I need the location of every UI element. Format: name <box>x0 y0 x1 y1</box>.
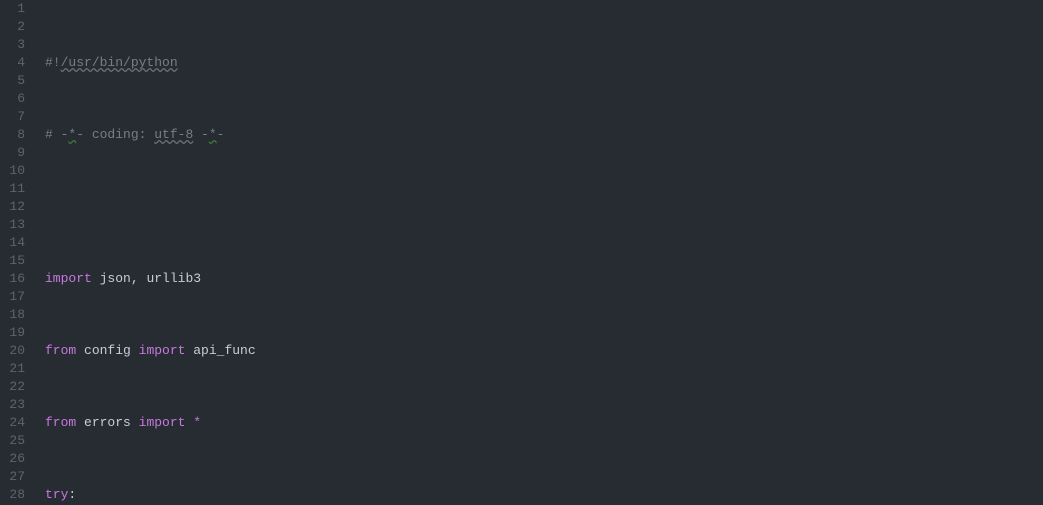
line-number: 1 <box>6 0 25 18</box>
line-number: 13 <box>6 216 25 234</box>
line-number: 4 <box>6 54 25 72</box>
line-number: 17 <box>6 288 25 306</box>
line-number: 14 <box>6 234 25 252</box>
code-line: from config import api_func <box>45 342 1043 360</box>
line-number: 25 <box>6 432 25 450</box>
line-number: 24 <box>6 414 25 432</box>
line-number: 21 <box>6 360 25 378</box>
line-number: 20 <box>6 342 25 360</box>
line-number: 28 <box>6 486 25 504</box>
line-number: 27 <box>6 468 25 486</box>
line-number: 9 <box>6 144 25 162</box>
code-editor[interactable]: 1234567891011121314151617181920212223242… <box>0 0 1043 505</box>
shebang-token: #! <box>45 55 61 70</box>
line-number: 5 <box>6 72 25 90</box>
line-number: 6 <box>6 90 25 108</box>
code-line: #!/usr/bin/python <box>45 54 1043 72</box>
line-number: 19 <box>6 324 25 342</box>
shebang-path: /usr/bin/python <box>61 55 178 70</box>
code-line: import json, urllib3 <box>45 270 1043 288</box>
line-number: 10 <box>6 162 25 180</box>
keyword-import: import <box>45 271 92 286</box>
code-line <box>45 198 1043 216</box>
line-number: 11 <box>6 180 25 198</box>
line-number: 23 <box>6 396 25 414</box>
keyword-try: try <box>45 487 68 502</box>
code-line: try: <box>45 486 1043 504</box>
line-number: 18 <box>6 306 25 324</box>
line-number: 26 <box>6 450 25 468</box>
line-number: 16 <box>6 270 25 288</box>
line-number: 2 <box>6 18 25 36</box>
line-number: 7 <box>6 108 25 126</box>
line-number: 3 <box>6 36 25 54</box>
line-number: 8 <box>6 126 25 144</box>
line-number: 15 <box>6 252 25 270</box>
line-number: 12 <box>6 198 25 216</box>
code-line: from errors import * <box>45 414 1043 432</box>
code-line: # -*- coding: utf-8 -*- <box>45 126 1043 144</box>
line-number: 22 <box>6 378 25 396</box>
line-number-gutter: 1234567891011121314151617181920212223242… <box>0 0 35 505</box>
code-area[interactable]: #!/usr/bin/python # -*- coding: utf-8 -*… <box>35 0 1043 505</box>
